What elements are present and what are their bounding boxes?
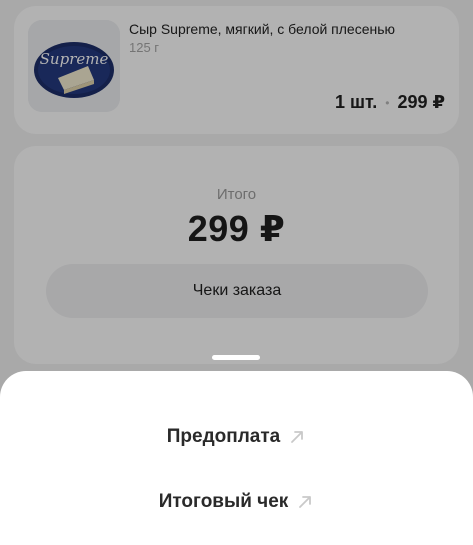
external-arrow-icon <box>291 431 304 443</box>
prepayment-receipt-link[interactable]: Предоплата <box>0 419 473 455</box>
external-arrow-icon <box>299 496 312 508</box>
final-receipt-link[interactable]: Итоговый чек <box>0 484 473 520</box>
receipts-bottom-sheet: Предоплата Итоговый чек <box>0 371 473 545</box>
prepayment-receipt-label: Предоплата <box>166 426 281 447</box>
final-receipt-label: Итоговый чек <box>158 491 289 512</box>
sheet-drag-handle[interactable] <box>212 355 260 360</box>
